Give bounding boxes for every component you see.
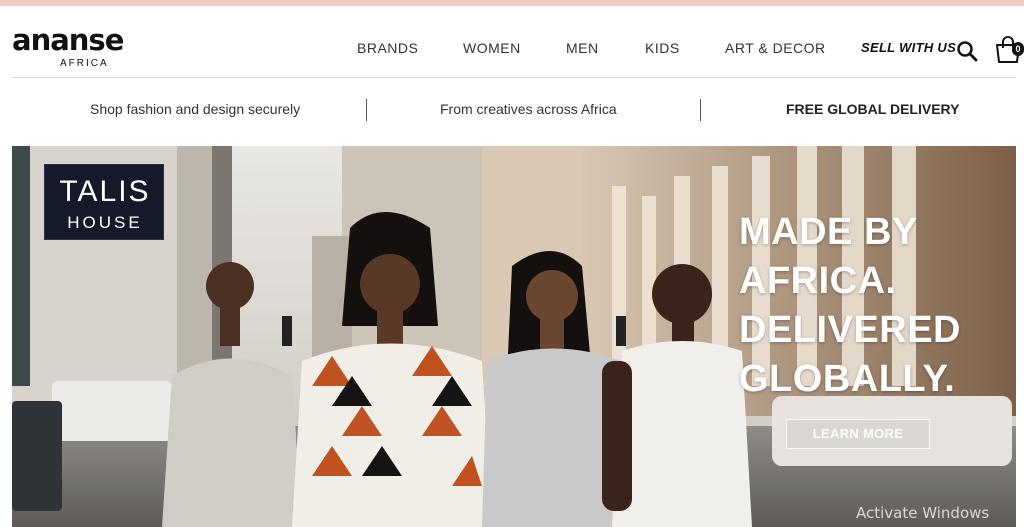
nav-men[interactable]: MEN	[566, 40, 599, 56]
hero-headline: MADE BY AFRICA. DELIVERED GLOBALLY.	[739, 208, 1009, 404]
divider	[700, 99, 701, 121]
brand-logo[interactable]: ananse AFRICA	[12, 24, 124, 72]
nav-women[interactable]: WOMEN	[463, 40, 521, 56]
benefit-free-delivery: FREE GLOBAL DELIVERY	[786, 101, 960, 117]
sign-line-1: TALIS	[59, 175, 151, 208]
nav-sell-with-us[interactable]: SELL WITH US	[861, 40, 956, 55]
site-header: ananse AFRICA BRANDS WOMEN MEN KIDS ART …	[12, 6, 1020, 78]
benefit-secure: Shop fashion and design securely	[90, 101, 301, 117]
headline-line: GLOBALLY.	[739, 358, 956, 400]
headline-line: AFRICA.	[739, 260, 897, 302]
divider	[366, 99, 367, 121]
nav-kids[interactable]: KIDS	[645, 40, 680, 56]
talis-house-sign: TALIS HOUSE	[44, 164, 164, 240]
benefit-creatives: From creatives across Africa	[440, 101, 617, 117]
headline-line: DELIVERED	[739, 309, 961, 351]
logo-subtitle: AFRICA	[60, 58, 109, 69]
headline-line: MADE BY	[739, 211, 918, 253]
nav-art-decor[interactable]: ART & DECOR	[725, 40, 826, 56]
cart-count-badge: 0	[1012, 42, 1024, 56]
search-icon[interactable]	[956, 40, 978, 62]
nav-brands[interactable]: BRANDS	[357, 40, 418, 56]
benefits-strip: Shop fashion and design securely From cr…	[0, 79, 1024, 139]
learn-more-button[interactable]: LEARN MORE	[786, 419, 930, 449]
hero-banner: TALIS HOUSE MADE BY AFRICA. DELIVERED GL…	[12, 146, 1016, 527]
sign-line-2: HOUSE	[67, 213, 143, 232]
logo-wordmark: ananse	[12, 23, 124, 57]
activate-windows-watermark: Activate Windows	[856, 504, 990, 522]
